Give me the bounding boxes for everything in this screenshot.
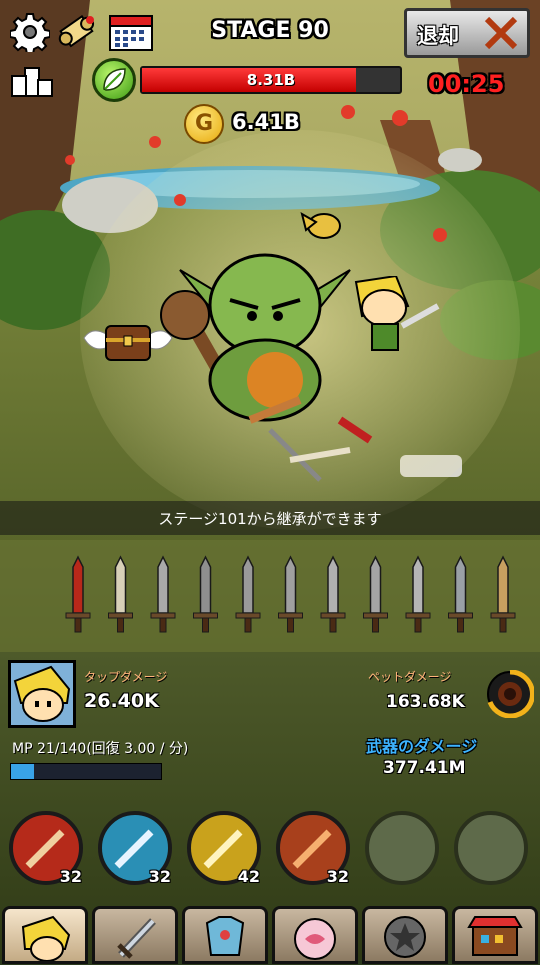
star-badge-icon <box>384 916 426 958</box>
weapon-icon <box>108 555 133 633</box>
ranking-button[interactable] <box>10 60 54 98</box>
retreat-label: 退却 <box>417 24 459 48</box>
podium-icon <box>11 67 53 97</box>
mp-bar <box>10 763 162 780</box>
skill-slot-2[interactable]: 32 <box>97 810 173 886</box>
hero-head-icon <box>21 915 71 962</box>
weapon-icon <box>235 555 261 633</box>
weapon-icon <box>448 555 473 633</box>
empty-skill-icon <box>454 811 528 885</box>
stage-timer: 00:25 <box>428 70 505 98</box>
pet-charge-gauge-icon[interactable] <box>486 670 534 718</box>
weapon-damage-value: 377.41M <box>383 758 466 778</box>
pet-damage-value: 163.68K <box>386 692 465 712</box>
gold-amount: 6.41B <box>232 110 300 134</box>
skill-slot-1[interactable]: 32 <box>8 810 84 886</box>
hero-portrait[interactable] <box>8 660 76 728</box>
scroll-icon <box>58 14 95 48</box>
settings-button[interactable] <box>9 12 51 55</box>
skill-level: 32 <box>326 867 349 886</box>
tab-armor[interactable] <box>182 906 268 964</box>
crossed-swords-icon <box>484 16 518 50</box>
tab-hero[interactable] <box>2 906 88 964</box>
weapon-icon <box>490 555 516 633</box>
weapon-collection-row <box>65 555 516 633</box>
shop-icon <box>467 916 523 956</box>
empty-skill-icon <box>365 811 439 885</box>
skill-level: 32 <box>59 867 82 886</box>
pet-egg-icon <box>294 918 336 960</box>
boss-hp-text: 8.31B <box>246 71 296 89</box>
hero-face-icon <box>13 665 71 722</box>
weapon-icon <box>320 555 346 633</box>
tab-pets[interactable] <box>272 906 358 964</box>
leaf-boost-button[interactable] <box>92 58 136 102</box>
armor-icon <box>205 916 245 956</box>
leaf-icon <box>103 68 126 91</box>
gold-coin-icon: G <box>184 104 224 144</box>
hero-character <box>354 276 440 351</box>
mp-bar-fill <box>11 764 34 779</box>
stage-title: STAGE 90 <box>211 18 329 43</box>
tab-shop[interactable] <box>452 906 538 964</box>
skill-slot-4[interactable]: 32 <box>275 810 351 886</box>
tab-ranking[interactable] <box>362 906 448 964</box>
boss-hp-bar: 8.31B <box>140 66 402 94</box>
tap-damage-label: タップダメージ <box>84 670 168 684</box>
goblin-boss[interactable] <box>150 230 380 500</box>
weapon-damage-label: 武器のダメージ <box>366 737 478 756</box>
inherit-message: ステージ101から継承ができます <box>158 510 382 528</box>
weapon-icon <box>278 555 303 633</box>
skill-level: 32 <box>148 867 171 886</box>
pet-damage-label: ペットダメージ <box>368 670 452 684</box>
pet-creature <box>300 211 341 239</box>
skill-slot-3[interactable]: 42 <box>186 810 262 886</box>
tap-damage-value: 26.40K <box>84 690 159 712</box>
calendar-button[interactable] <box>108 12 154 52</box>
weapon-icon <box>363 555 388 633</box>
gear-icon <box>9 13 51 55</box>
skill-slot-6-empty[interactable] <box>453 810 529 886</box>
sword-icon <box>117 918 156 959</box>
calendar-icon <box>109 15 153 51</box>
skill-slot-5-empty[interactable] <box>364 810 440 886</box>
tab-weapons[interactable] <box>92 906 178 964</box>
mp-status: MP 21/140(回復 3.00 / 分) <box>12 741 189 757</box>
retreat-button[interactable]: 退却 <box>404 8 530 58</box>
weapon-icon <box>65 555 91 633</box>
weapon-icon <box>405 555 431 633</box>
skill-level: 42 <box>237 867 260 886</box>
quest-scroll-button[interactable] <box>56 10 98 54</box>
inherit-banner: ステージ101から継承ができます <box>0 501 540 535</box>
weapon-icon <box>150 555 176 633</box>
weapon-icon <box>193 555 218 633</box>
